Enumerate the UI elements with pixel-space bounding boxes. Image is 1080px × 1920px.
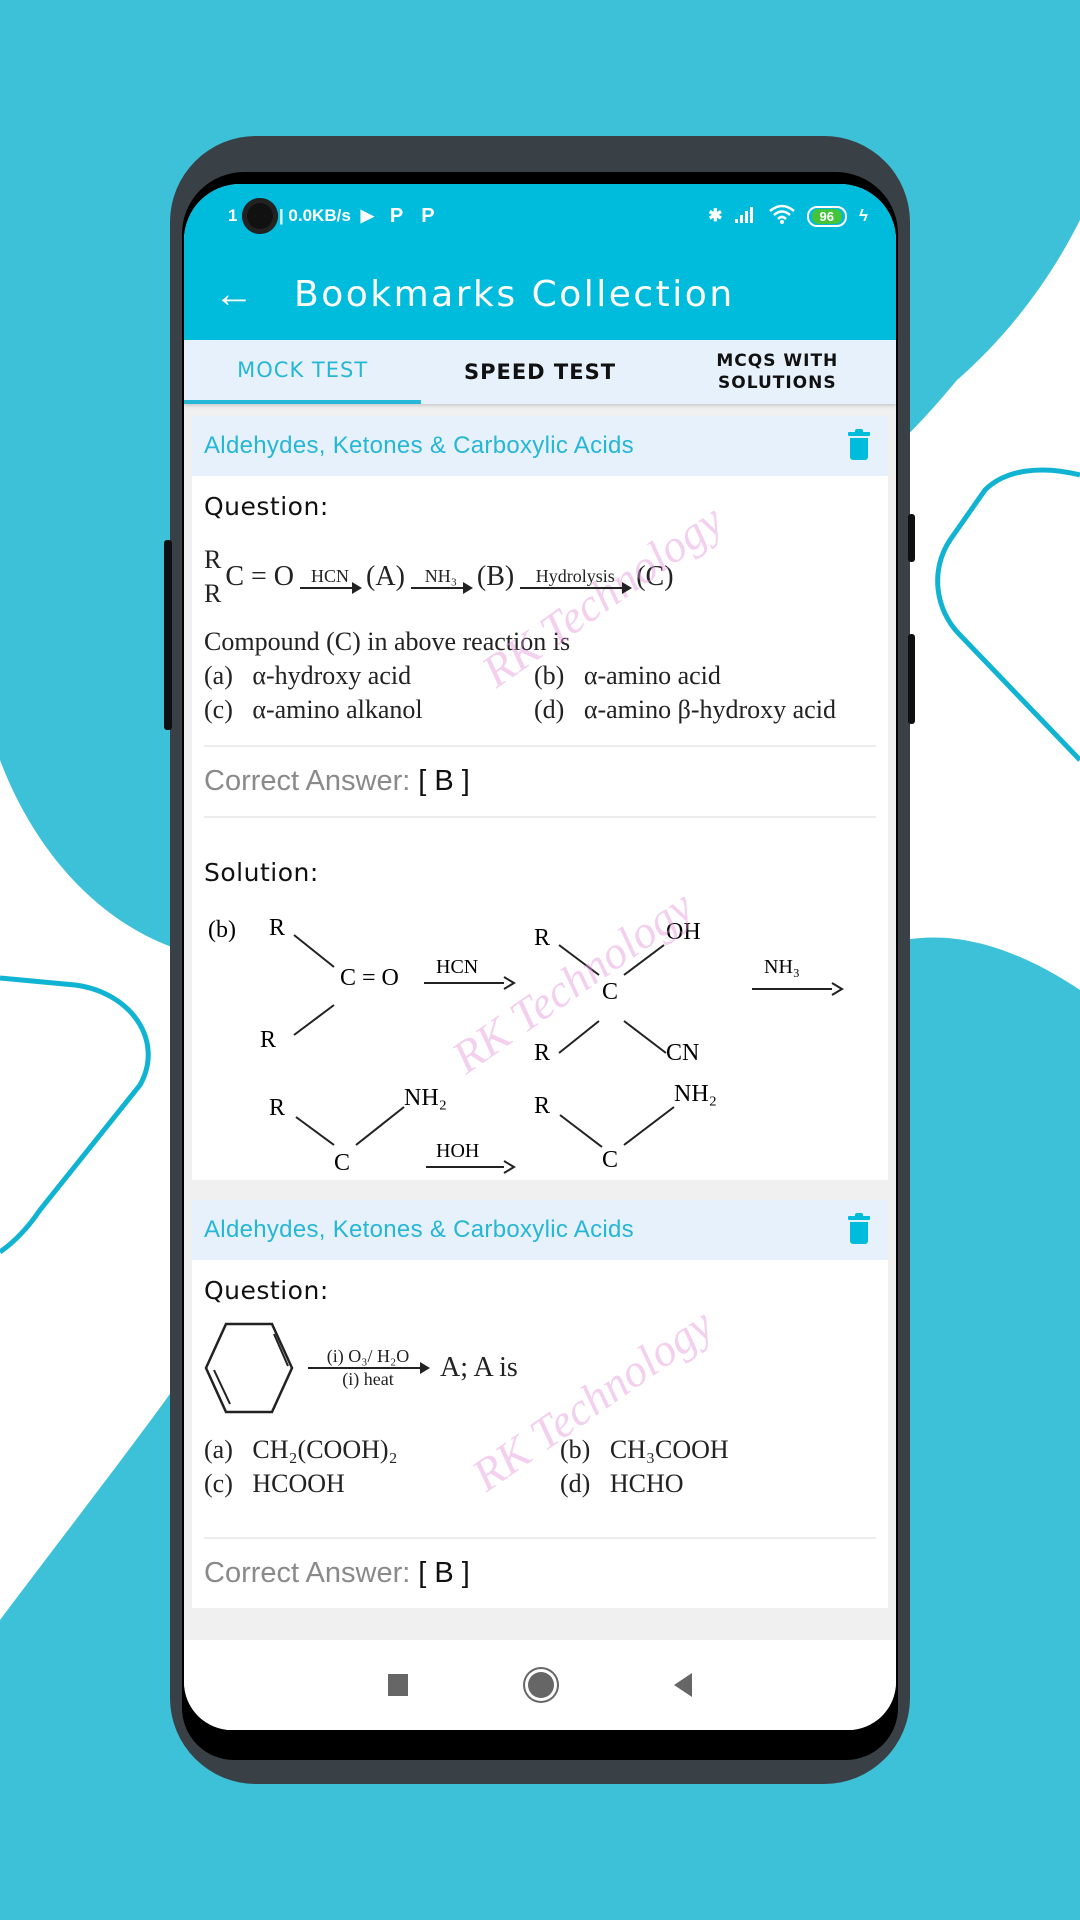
correct-answer: Correct Answer:[ B ]: [204, 765, 470, 797]
tab-label-line2: SOLUTIONS: [718, 373, 837, 393]
option-a: (a) α-hydroxy acid: [204, 661, 412, 690]
product-b: (B): [476, 561, 515, 592]
product-c: (C): [636, 561, 674, 592]
atom: C: [602, 979, 618, 1005]
atom: C: [334, 1150, 350, 1176]
reactant-r: R: [204, 545, 222, 574]
option-b: (b) CH₃COOH: [560, 1435, 729, 1464]
system-nav-bar: [184, 1640, 896, 1730]
atom: C = O: [340, 965, 399, 991]
reagent: HCN: [436, 956, 478, 978]
topic-title: Aldehydes, Ketones & Carboxylic Acids: [204, 1216, 634, 1243]
back-triangle-icon[interactable]: [674, 1673, 692, 1697]
tab-speed-test[interactable]: SPEED TEST: [421, 340, 658, 404]
option-a: (a) CH₂(COOH)₂: [204, 1435, 398, 1464]
p-icon: P: [389, 204, 404, 227]
option-d: (d) HCHO: [560, 1469, 684, 1498]
solution-content: RK Technology (b) R C = O R HCN R C OH R…: [192, 880, 888, 1180]
delete-bookmark-icon[interactable]: [848, 1213, 870, 1244]
product-text: A; A is: [440, 1352, 518, 1383]
atom: NH₂: [404, 1085, 447, 1111]
option-d: (d) α-amino β-hydroxy acid: [534, 695, 836, 724]
reagent: (i) O₃/ H₂O: [326, 1346, 410, 1366]
back-arrow-icon[interactable]: ←: [214, 274, 274, 314]
reagent: NH₃: [764, 956, 800, 978]
product-a: (A): [366, 561, 405, 592]
p-icon: P: [421, 204, 435, 227]
question-content: RK Technology (i) O₃/ H₂O (i) heat A; A …: [192, 1298, 888, 1501]
atom: OH: [666, 919, 701, 945]
atom: R: [534, 925, 550, 951]
atom: C: [602, 1147, 618, 1173]
reactant-r: R: [204, 579, 222, 608]
solution-label: Solution:: [204, 858, 319, 887]
question-label: Question:: [204, 1276, 329, 1305]
app-screen: 17 | 0.0KB/s ▶ P P ✱ 96 ϟ ← Bookmarks Co…: [184, 184, 896, 1730]
option-c: (c) α-amino alkanol: [204, 695, 423, 724]
topic-title: Aldehydes, Ketones & Carboxylic Acids: [204, 432, 634, 459]
atom: R: [534, 1040, 550, 1066]
atom: CN: [666, 1040, 699, 1066]
status-bar: 17 | 0.0KB/s ▶ P P ✱ 96 ϟ: [184, 184, 896, 248]
reagent: (i) heat: [342, 1369, 394, 1389]
reagent: HCN: [311, 565, 350, 586]
charging-icon: ϟ: [859, 206, 868, 225]
solution-key: (b): [208, 917, 236, 943]
question-label: Question:: [204, 492, 329, 521]
network-speed: | 0.0KB/s: [278, 206, 351, 225]
tab-mcqs-with-solutions[interactable]: MCQS WITH SOLUTIONS: [659, 340, 896, 404]
bookmark-card: Aldehydes, Ketones & Carboxylic Acids Qu…: [192, 1200, 888, 1608]
reagent: HOH: [436, 1140, 479, 1162]
tab-label-line1: MCQS WITH: [716, 351, 839, 371]
home-circle-icon[interactable]: [528, 1672, 554, 1698]
battery-icon: 96: [806, 205, 847, 227]
side-button-right-volume: [908, 514, 915, 562]
reaction-arrow: (i) O₃/ H₂O (i) heat: [308, 1346, 430, 1390]
side-button-left: [164, 540, 172, 730]
app-bar: ← Bookmarks Collection: [184, 248, 896, 340]
bg-outline-left: [0, 975, 151, 1255]
cyclohexadiene-ring: [204, 1322, 294, 1414]
reagent: Hydrolysis: [535, 565, 615, 586]
side-button-right-power: [908, 634, 915, 724]
atom: R: [269, 1095, 285, 1121]
reaction-arrow: HCN: [300, 565, 363, 594]
atom: R: [534, 1093, 550, 1119]
reactant-core: C = O: [225, 561, 295, 592]
options: (a) CH₂(COOH)₂ (b) CH₃COOH (c) HCOOH (d)…: [204, 1433, 876, 1501]
options: (a) α-hydroxy acid (b) α-amino acid (c) …: [204, 659, 876, 727]
front-camera: [242, 198, 278, 234]
bluetooth-icon: ✱: [708, 206, 723, 225]
wifi-icon: [768, 204, 795, 229]
bg-outline-right: [935, 467, 1080, 762]
reagent: NH₃: [424, 565, 458, 586]
tab-mock-test[interactable]: MOCK TEST: [184, 340, 422, 404]
atom: NH₂: [674, 1081, 717, 1107]
recents-square-icon[interactable]: [388, 1674, 408, 1696]
bookmark-card: Aldehydes, Ketones & Carboxylic Acids Qu…: [192, 416, 888, 1180]
question-reaction: (i) O₃/ H₂O (i) heat A; A is: [204, 1313, 876, 1423]
reaction-arrow: Hydrolysis: [520, 565, 633, 594]
question-content: RK Technology R R C = O HCN (A) NH₃ (B) …: [192, 494, 888, 727]
answer-value: [ B ]: [418, 1557, 470, 1589]
answer-value: [ B ]: [418, 765, 470, 797]
signal-icon: [734, 205, 757, 228]
option-b: (b) α-amino acid: [534, 661, 721, 690]
tab-bar: MOCK TEST SPEED TEST MCQS WITH SOLUTIONS: [184, 340, 896, 404]
reaction-arrow: NH₃: [410, 565, 473, 594]
card-header: Aldehydes, Ketones & Carboxylic Acids: [192, 416, 888, 476]
question-reaction: R R C = O HCN (A) NH₃ (B) Hydrolysis (C): [204, 529, 876, 625]
solution-diagram: (b) R C = O R HCN R C OH R CN NH₃ R C NH…: [208, 915, 844, 1176]
delete-bookmark-icon[interactable]: [848, 429, 870, 460]
play-icon: ▶: [360, 206, 374, 225]
page-title: Bookmarks Collection: [294, 273, 735, 315]
question-stem: Compound (C) in above reaction is: [204, 627, 571, 656]
correct-answer: Correct Answer:[ B ]: [204, 1557, 470, 1589]
atom: R: [269, 915, 285, 941]
atom: R: [260, 1027, 276, 1053]
card-header: Aldehydes, Ketones & Carboxylic Acids: [192, 1200, 888, 1260]
bookmark-list: Aldehydes, Ketones & Carboxylic Acids Qu…: [184, 404, 896, 1608]
option-c: (c) HCOOH: [204, 1469, 345, 1498]
